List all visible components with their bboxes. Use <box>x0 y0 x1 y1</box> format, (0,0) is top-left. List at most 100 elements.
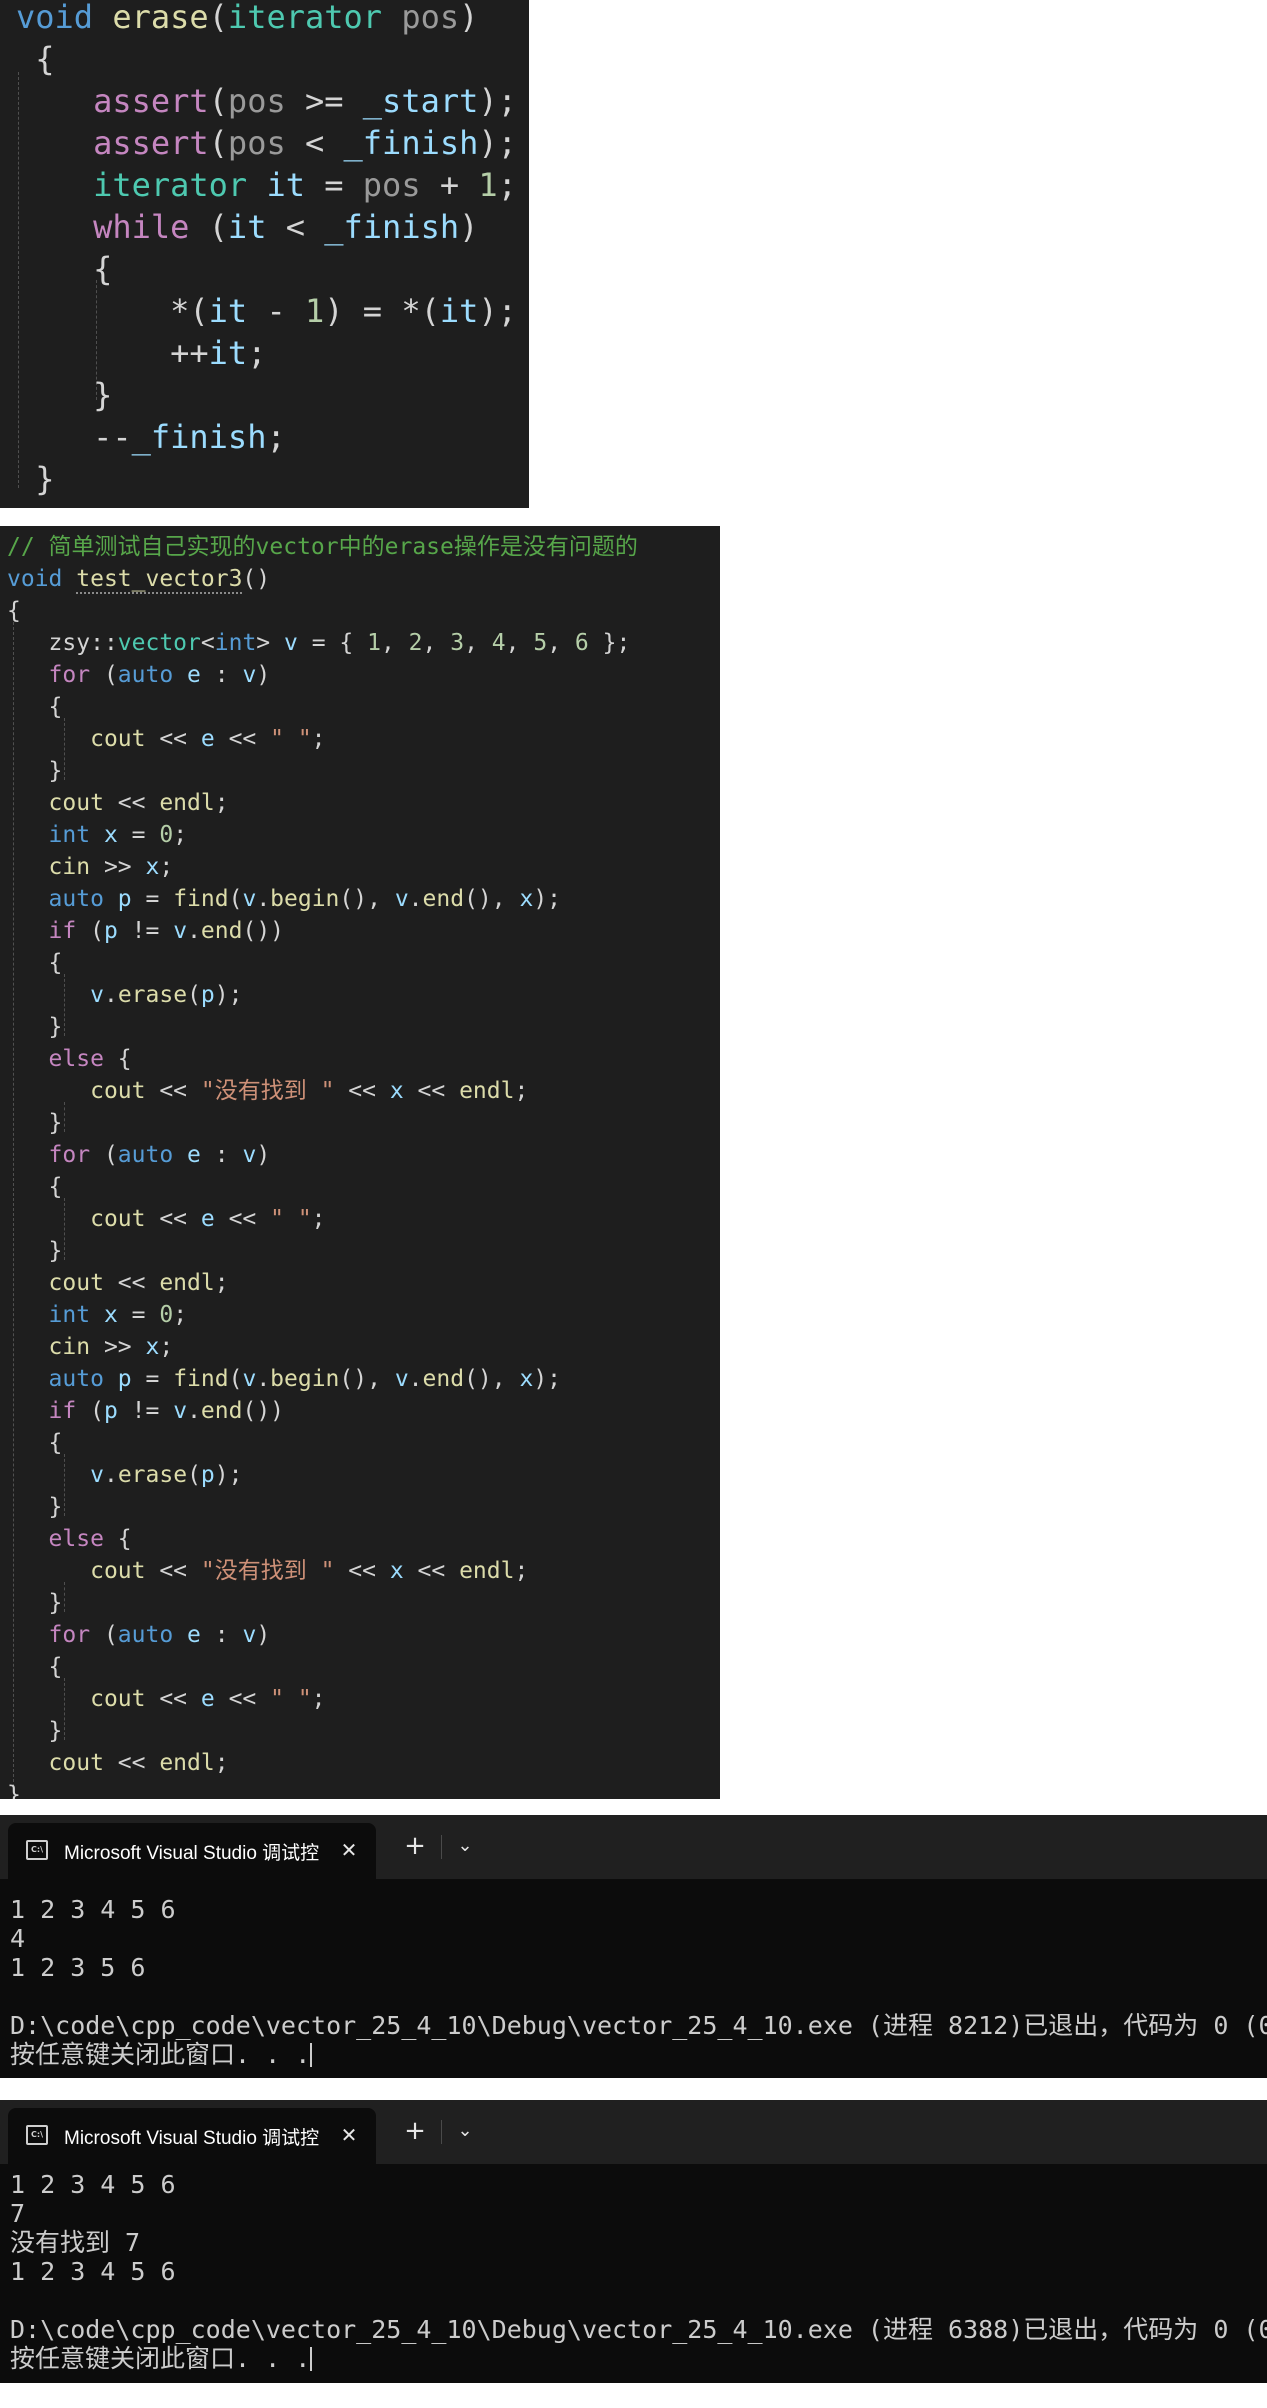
code-token: find <box>173 886 229 912</box>
new-tab-button[interactable]: + <box>400 1831 430 1861</box>
code-token: v <box>394 886 409 912</box>
code-line: } <box>0 1235 720 1267</box>
code-line: cout << "没有找到 " << x << endl; <box>0 1555 720 1587</box>
code-token: e <box>187 1142 201 1168</box>
code-token: 1 <box>367 630 381 656</box>
code-token: _start <box>362 82 479 120</box>
code-line: { <box>0 38 529 80</box>
code-token: e <box>187 662 201 688</box>
code-token: p <box>117 1366 132 1392</box>
code-token: ); <box>478 82 517 120</box>
code-token: " " <box>270 1686 312 1712</box>
code-token: ( <box>187 1462 201 1488</box>
code-token: for <box>48 662 91 688</box>
code-token: { <box>7 598 21 624</box>
terminal-tab[interactable]: C:\ Microsoft Visual Studio 调试控 ✕ <box>8 1823 376 1879</box>
code-token: x <box>145 1334 160 1360</box>
code-token: x <box>519 1366 534 1392</box>
text-cursor <box>310 2043 313 2067</box>
code-token: << <box>334 1078 390 1104</box>
code-line: ++it; <box>0 332 529 374</box>
code-token: ( <box>208 82 228 120</box>
code-token: (), <box>464 1366 520 1392</box>
code-token: ( <box>90 662 118 688</box>
code-line: for (auto e : v) <box>0 1139 720 1171</box>
code-line: { <box>0 1651 720 1683</box>
chevron-down-icon[interactable]: ⌄ <box>450 1831 480 1861</box>
console-output-line: 1 2 3 4 5 6 <box>10 1895 176 1924</box>
code-token: = <box>131 886 174 912</box>
code-token: << <box>145 1558 201 1584</box>
code-token: erase <box>117 1462 188 1488</box>
code-token: it <box>439 292 479 330</box>
code-token: - <box>247 292 305 330</box>
code-token: } <box>16 376 113 414</box>
code-token: >= <box>285 82 363 120</box>
console-icon: C:\ <box>26 2125 48 2145</box>
code-token: ( <box>187 982 201 1008</box>
console-window-2: C:\ Microsoft Visual Studio 调试控 ✕ + ⌄ 1 … <box>0 2100 1267 2383</box>
code-line: cout << e << " "; <box>0 1683 720 1715</box>
code-token: != <box>117 918 174 944</box>
code-token: end <box>422 1366 465 1392</box>
console-output-line: 1 2 3 5 6 <box>10 1953 146 1982</box>
code-token: ( <box>90 1142 118 1168</box>
console-output-line: D:\code\cpp_code\vector_25_4_10\Debug\ve… <box>10 2315 1267 2344</box>
code-token: < <box>200 630 215 656</box>
code-line: } <box>0 1107 720 1139</box>
code-token: ; <box>247 334 267 372</box>
code-token: . <box>408 886 423 912</box>
code-token: cout <box>48 1270 104 1296</box>
code-token: () <box>242 566 271 592</box>
code-token: x <box>389 1078 404 1104</box>
new-tab-button[interactable]: + <box>400 2116 430 2146</box>
code-token: ( <box>228 886 243 912</box>
code-token: { <box>16 40 55 78</box>
code-token: auto <box>117 1142 174 1168</box>
code-line: *(it - 1) = *(it); <box>0 290 529 332</box>
code-token: , <box>464 630 492 656</box>
code-token: { <box>103 1526 132 1552</box>
code-token: } <box>7 1782 21 1799</box>
code-token: p <box>103 1398 118 1424</box>
code-line: assert(pos >= _start); <box>0 80 529 122</box>
code-token: end <box>200 918 243 944</box>
code-token: ; <box>214 1750 229 1776</box>
code-token: else <box>48 1046 104 1072</box>
code-token: ; <box>514 1558 529 1584</box>
terminal-tab[interactable]: C:\ Microsoft Visual Studio 调试控 ✕ <box>8 2108 376 2164</box>
code-line: { <box>0 1427 720 1459</box>
code-token: endl <box>459 1558 515 1584</box>
code-line: if (p != v.end()) <box>0 1395 720 1427</box>
code-token: ); <box>214 1462 243 1488</box>
code-token: 4 <box>491 630 506 656</box>
code-token: < <box>285 124 344 162</box>
code-token: ) <box>256 1142 271 1168</box>
code-line: { <box>0 595 720 627</box>
code-token: << <box>145 1686 201 1712</box>
code-token: } <box>7 1110 63 1136</box>
close-icon[interactable]: ✕ <box>334 1835 364 1865</box>
console-output-line: 按任意键关闭此窗口. . . <box>10 2344 313 2373</box>
code-token: ( <box>228 1366 243 1392</box>
code-token: { <box>7 950 63 976</box>
code-token: != <box>117 1398 174 1424</box>
console-output-line: 7 <box>10 2199 26 2228</box>
console-output-line: 4 <box>10 1924 26 1953</box>
code-token: cin <box>48 1334 91 1360</box>
console-output-line: 1 2 3 4 5 6 <box>10 2257 176 2286</box>
code-token: e <box>200 1686 215 1712</box>
code-token: cout <box>90 1206 146 1232</box>
code-token: iterator <box>93 166 248 204</box>
chevron-down-icon[interactable]: ⌄ <box>450 2116 480 2146</box>
close-icon[interactable]: ✕ <box>334 2120 364 2150</box>
code-line: // 简单测试自己实现的vector中的erase操作是没有问题的 <box>0 531 720 563</box>
code-token: end <box>200 1398 243 1424</box>
